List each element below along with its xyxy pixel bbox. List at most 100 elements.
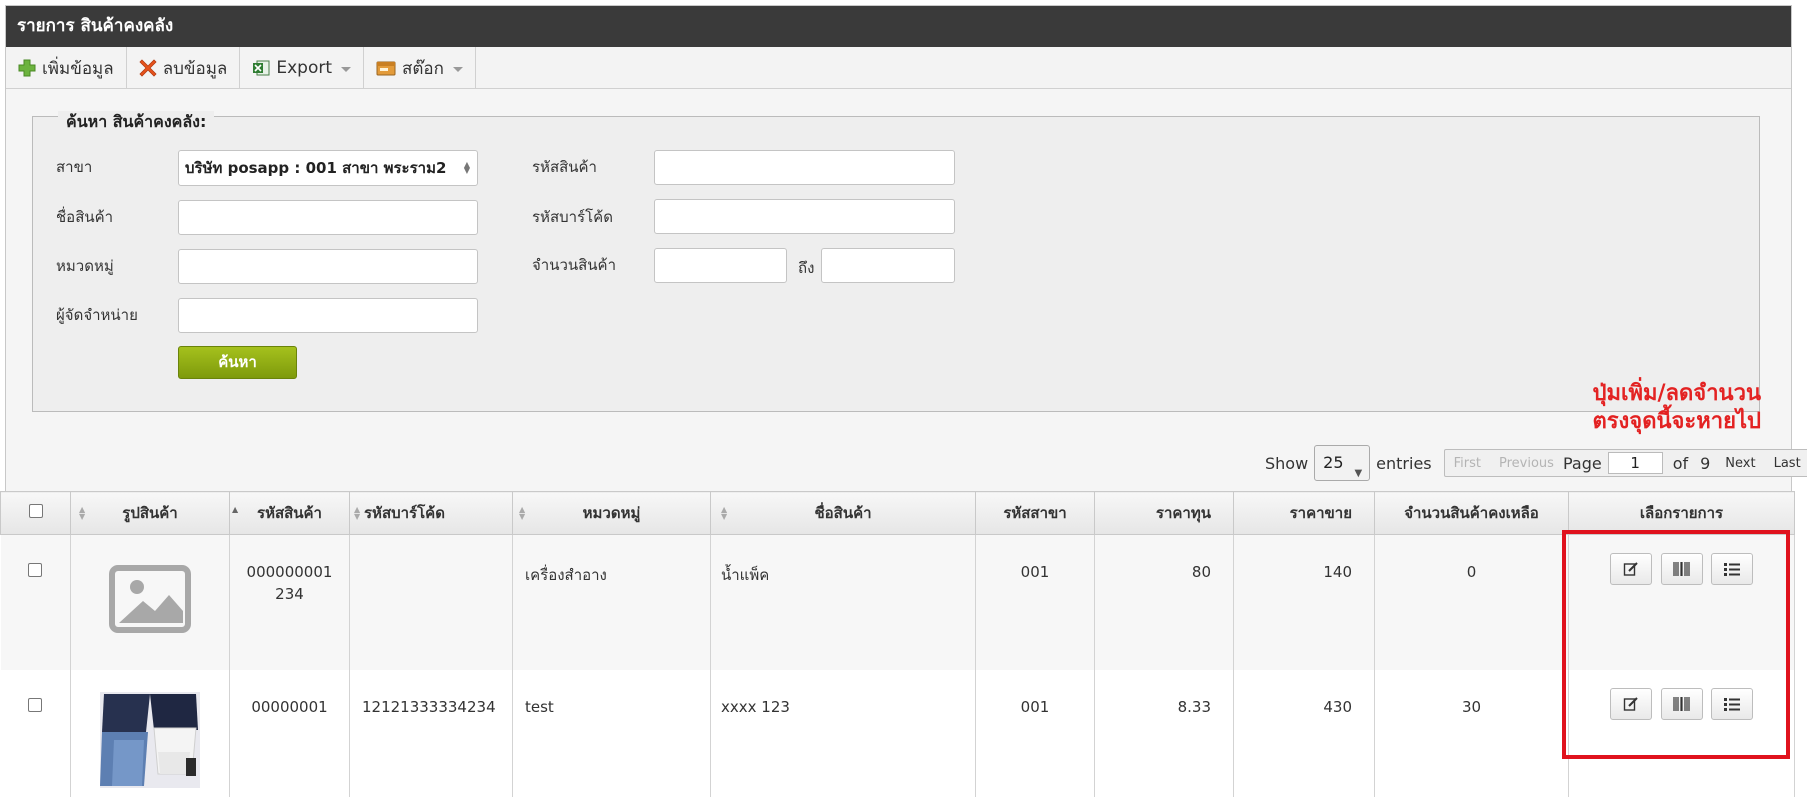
sort-icon: ▲ ▼ xyxy=(79,505,86,521)
pager-controls: First Previous Page 1 of 9 Next Last xyxy=(1443,449,1807,477)
next-page-button[interactable]: Next xyxy=(1716,456,1764,471)
add-button[interactable]: เพิ่มข้อมูล xyxy=(6,47,127,89)
toolbar: เพิ่มข้อมูล ลบข้อมูล Export สต๊อก xyxy=(6,47,1791,89)
search-button[interactable]: ค้นหา xyxy=(178,346,297,379)
image-placeholder-icon xyxy=(109,565,191,633)
column-header-barcode[interactable]: ▲ ▼ รหัสบาร์โค้ด xyxy=(349,491,513,535)
row-select-cell xyxy=(0,534,71,670)
column-header-cost[interactable]: ราคาทุน xyxy=(1094,491,1234,535)
sort-icon: ▲ ▼ xyxy=(354,505,361,521)
branch-cell: 001 xyxy=(975,534,1095,670)
column-header-price[interactable]: ราคาขาย xyxy=(1233,491,1375,535)
stock-cell: 30 xyxy=(1374,669,1569,797)
sort-icon: ▲ ▼ xyxy=(721,505,728,521)
quantity-from-input[interactable] xyxy=(654,248,787,283)
page-number-input[interactable]: 1 xyxy=(1607,452,1663,474)
column-header-name[interactable]: ▲ ▼ ชื่อสินค้า xyxy=(710,491,976,535)
supplier-input[interactable] xyxy=(178,298,478,333)
table-row: 000000001234 เครื่องสำอาง น้ำแพ็ค 001 80… xyxy=(0,534,1795,670)
of-label: of xyxy=(1672,453,1689,473)
category-cell: เครื่องสำอาง xyxy=(512,534,711,670)
wallet-icon xyxy=(376,59,396,77)
price-cell: 430 xyxy=(1233,669,1375,797)
row-select-cell xyxy=(0,669,71,797)
sort-asc-icon: ▲ xyxy=(232,505,239,514)
delete-button-label: ลบข้อมูล xyxy=(162,58,228,79)
category-input[interactable] xyxy=(178,249,478,284)
page-label: Page xyxy=(1562,453,1602,473)
annotation-note: ปุ่มเพิ่ม/ลดจำนวน ตรงจุดนี้จะหายไป xyxy=(1592,380,1761,436)
chevron-down-icon xyxy=(452,66,463,72)
column-header-image[interactable]: ▲ ▼ รูปสินค้า xyxy=(70,491,230,535)
barcode-label: รหัสบาร์โค้ด xyxy=(532,208,613,226)
select-all-checkbox[interactable] xyxy=(28,504,43,518)
annotation-note-line1: ปุ่มเพิ่ม/ลดจำนวน xyxy=(1592,381,1761,406)
entries-label: entries xyxy=(1376,453,1432,473)
stock-button-label: สต๊อก xyxy=(402,58,444,79)
x-icon xyxy=(139,59,157,77)
row-checkbox[interactable] xyxy=(28,563,43,577)
table-header-row: ▲ ▼ รูปสินค้า ▲ รหัสสินค้า ▲ ▼ รหัสบาร์โค้ด ▲… xyxy=(0,491,1795,535)
highlight-box xyxy=(1562,530,1790,759)
quantity-label: จำนวนสินค้า xyxy=(532,256,617,274)
sort-icon: ▲ ▼ xyxy=(519,505,526,521)
code-label: รหัสสินค้า xyxy=(532,158,597,176)
stock-button[interactable]: สต๊อก xyxy=(364,47,476,89)
barcode-cell xyxy=(349,534,513,670)
entries-select[interactable]: 25 ▼ xyxy=(1314,445,1371,481)
column-header-category[interactable]: ▲ ▼ หมวดหมู่ xyxy=(512,491,711,535)
price-cell: 140 xyxy=(1233,534,1375,670)
select-all-header xyxy=(0,491,71,535)
quantity-to-label: ถึง xyxy=(798,259,815,277)
branch-select-value: บริษัท posapp : 001 สาขา พระราม2 xyxy=(185,159,447,177)
quantity-to-input[interactable] xyxy=(821,248,955,283)
previous-page-button[interactable]: Previous xyxy=(1490,456,1563,471)
chevron-down-icon: ▼ xyxy=(1354,468,1363,479)
inventory-table: ▲ ▼ รูปสินค้า ▲ รหัสสินค้า ▲ ▼ รหัสบาร์โค้ด ▲… xyxy=(0,491,1795,797)
search-legend: ค้นหา สินค้าคงคลัง: xyxy=(58,111,215,133)
branch-cell: 001 xyxy=(975,669,1095,797)
column-header-stock[interactable]: จำนวนสินค้าคงเหลือ xyxy=(1374,491,1569,535)
column-header-actions: เลือกรายการ xyxy=(1568,491,1795,535)
plus-icon xyxy=(18,59,36,77)
supplier-label: ผู้จัดจำหน่าย xyxy=(56,306,138,324)
code-input[interactable] xyxy=(654,150,955,185)
branch-label: สาขา xyxy=(56,158,93,176)
excel-icon xyxy=(252,59,270,77)
cost-cell: 8.33 xyxy=(1094,669,1234,797)
product-photo-jeans xyxy=(100,691,200,788)
pagination-bar: Show 25 ▼ entries First Previous Page 1 … xyxy=(1265,445,1807,481)
stock-cell: 0 xyxy=(1374,534,1569,670)
category-label: หมวดหมู่ xyxy=(56,257,114,275)
last-page-button[interactable]: Last xyxy=(1765,456,1807,471)
select-arrows-icon: ▲ ▼ xyxy=(463,160,470,175)
product-code-cell: 000000001234 xyxy=(229,534,350,670)
first-page-button[interactable]: First xyxy=(1445,456,1490,471)
barcode-input[interactable] xyxy=(654,199,955,234)
annotation-note-line2: ตรงจุดนี้จะหายไป xyxy=(1592,409,1761,434)
row-checkbox[interactable] xyxy=(28,697,43,712)
entries-select-value: 25 xyxy=(1323,453,1344,472)
product-name-cell: น้ำแพ็ค xyxy=(710,534,976,670)
column-header-branch[interactable]: รหัสสาขา xyxy=(975,491,1095,535)
table-row: 00000001 12121333334234 test xxxx 123 00… xyxy=(0,669,1795,797)
product-name-cell: xxxx 123 xyxy=(710,669,976,797)
window-title: รายการ สินค้าคงคลัง xyxy=(6,6,1791,47)
cost-cell: 80 xyxy=(1094,534,1234,670)
product-code-cell: 00000001 xyxy=(229,669,350,797)
show-label: Show xyxy=(1265,453,1309,473)
name-input[interactable] xyxy=(178,200,478,235)
delete-button[interactable]: ลบข้อมูล xyxy=(127,47,241,89)
product-image-cell xyxy=(70,534,230,670)
export-button-label: Export xyxy=(276,58,333,78)
export-button[interactable]: Export xyxy=(240,47,365,89)
total-pages: 9 xyxy=(1700,453,1711,473)
name-label: ชื่อสินค้า xyxy=(56,208,114,226)
category-cell: test xyxy=(512,669,711,797)
branch-select[interactable]: บริษัท posapp : 001 สาขา พระราม2 ▲ ▼ xyxy=(178,150,478,186)
product-image-cell xyxy=(70,669,230,797)
column-header-code[interactable]: ▲ รหัสสินค้า xyxy=(229,491,350,535)
barcode-cell: 12121333334234 xyxy=(349,669,513,797)
chevron-down-icon xyxy=(341,66,352,72)
add-button-label: เพิ่มข้อมูล xyxy=(42,58,114,79)
